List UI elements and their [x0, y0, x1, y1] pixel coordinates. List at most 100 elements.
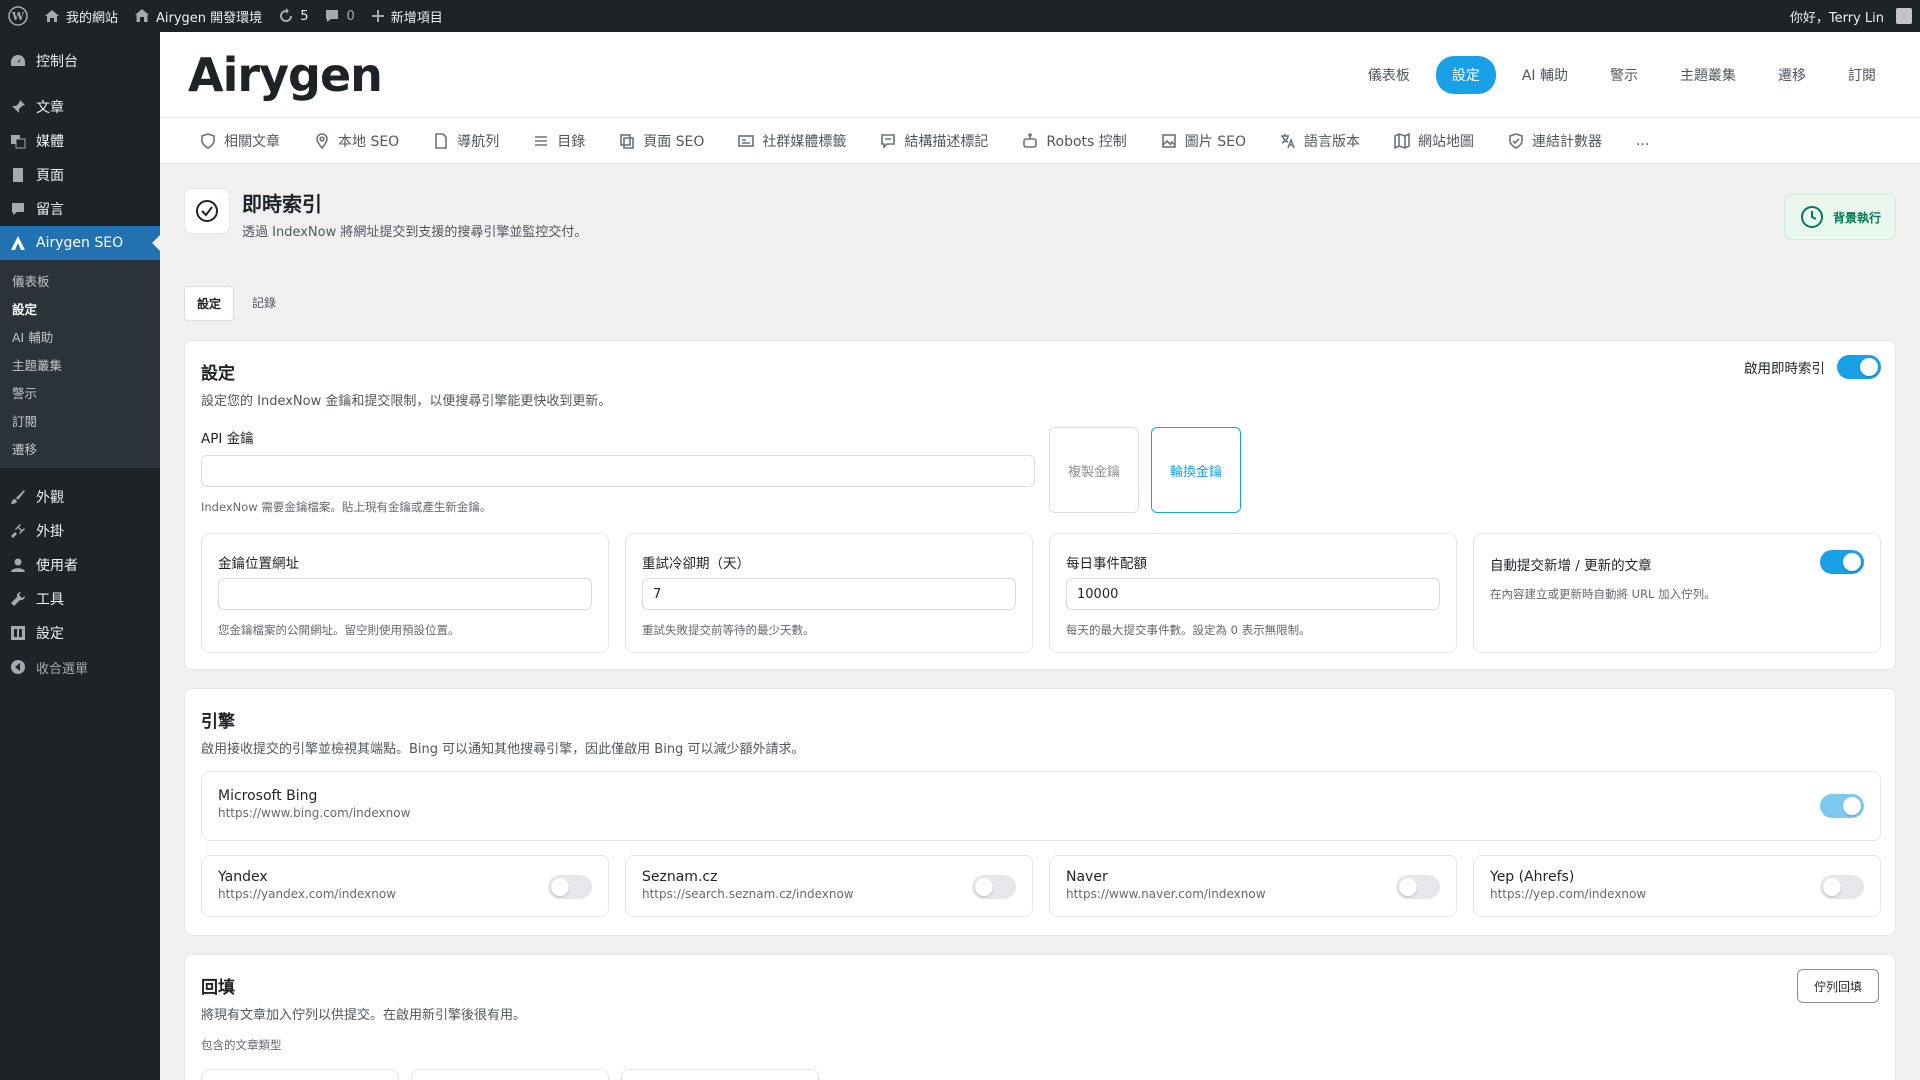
copy-key-button[interactable]: 複製金鑰: [1049, 427, 1139, 513]
copy-icon: [620, 133, 635, 149]
admin-menu: 控制台 文章 媒體 頁面 留言 Airygen SEO 儀表板 設定 AI 輔助…: [0, 32, 160, 1080]
backfill-card: 回填 將現有文章加入佇列以供提交。在啟用新引擎後很有用。 佇列回填 包含的文章類…: [184, 954, 1896, 1080]
post-type-option-media[interactable]: 媒體: [621, 1069, 819, 1080]
new-item-link[interactable]: 新增項目: [363, 0, 451, 32]
module-tab-sitemap[interactable]: 網站地圖: [1394, 131, 1474, 151]
module-tab-robots[interactable]: Robots 控制: [1022, 131, 1127, 151]
module-tab-label: 社群媒體標籤: [762, 133, 847, 150]
collapse-menu-button[interactable]: 收合選單: [0, 650, 160, 684]
env-name-link[interactable]: Airygen 開發環境: [126, 0, 270, 32]
tab-settings[interactable]: 設定: [184, 286, 235, 321]
submenu-item-settings[interactable]: 設定: [0, 294, 160, 322]
my-account[interactable]: 你好，Terry Lin: [1782, 0, 1920, 32]
menu-item-tools[interactable]: 工具: [0, 582, 160, 616]
submenu-item-alerts[interactable]: 警示: [0, 378, 160, 406]
updates-count: 5: [300, 8, 309, 24]
submenu-item-clusters[interactable]: 主題叢集: [0, 350, 160, 378]
file-icon: [435, 132, 448, 149]
top-nav-settings[interactable]: 設定: [1435, 55, 1496, 94]
module-tab-toc[interactable]: 目錄: [533, 131, 585, 151]
module-tab-image-seo[interactable]: 圖片 SEO: [1161, 131, 1246, 151]
wordpress-logo-icon[interactable]: W: [0, 0, 36, 32]
airygen-logo[interactable]: Airygen: [188, 47, 383, 102]
engines-title: 引擎: [201, 712, 235, 732]
module-tab-more[interactable]: ...: [1636, 133, 1649, 149]
engine-toggle-seznam[interactable]: [972, 875, 1016, 899]
enable-instant-index-label: 啟用即時索引: [1744, 361, 1825, 377]
menu-item-plugins[interactable]: 外掛: [0, 514, 160, 548]
airygen-submenu: 儀表板 設定 AI 輔助 主題叢集 警示 訂閱 遷移: [0, 260, 160, 468]
menu-item-settings[interactable]: 設定: [0, 616, 160, 650]
post-type-option-pages[interactable]: 頁面: [411, 1069, 609, 1080]
tab-log[interactable]: 記錄: [240, 286, 288, 321]
menu-item-pages[interactable]: 頁面: [0, 158, 160, 192]
instant-index-icon: [184, 188, 230, 234]
module-tab-local-seo[interactable]: 本地 SEO: [314, 131, 399, 151]
engine-row-yep: Yep (Ahrefs) https://yep.com/indexnow: [1473, 855, 1881, 917]
menu-item-users[interactable]: 使用者: [0, 548, 160, 582]
engine-url: https://yandex.com/indexnow: [218, 887, 397, 901]
daily-quota-box: 每日事件配額 10000 每天的最大提交事件數。設定為 0 表示無限制。: [1049, 533, 1457, 653]
submenu-item-subscription[interactable]: 訂閱: [0, 406, 160, 434]
menu-item-dashboard[interactable]: 控制台: [0, 44, 160, 78]
retry-cooldown-input[interactable]: 7: [642, 578, 1016, 610]
comment-icon: [326, 10, 339, 22]
rotate-key-button[interactable]: 輪換金鑰: [1151, 427, 1241, 513]
list-icon: [535, 135, 548, 146]
retry-cooldown-help: 重試失敗提交前等待的最少天數。: [642, 623, 815, 637]
module-tab-page-seo[interactable]: 頁面 SEO: [619, 131, 704, 151]
submenu-item-migration[interactable]: 遷移: [0, 434, 160, 462]
comment-bubble-icon: [10, 201, 26, 217]
api-key-input[interactable]: [201, 455, 1035, 487]
top-nav-subscription[interactable]: 訂閱: [1832, 56, 1892, 94]
background-run-label: 背景執行: [1832, 210, 1881, 225]
module-tab-breadcrumbs[interactable]: 導航列: [433, 131, 499, 151]
env-name: Airygen 開發環境: [156, 10, 263, 26]
daily-quota-input[interactable]: 10000: [1066, 578, 1440, 610]
module-tab-related-posts[interactable]: 相關文章: [200, 131, 280, 151]
enable-instant-index-toggle[interactable]: [1837, 355, 1881, 379]
top-nav-ai[interactable]: AI 輔助: [1506, 56, 1584, 94]
menu-item-airygen-seo[interactable]: Airygen SEO: [0, 226, 160, 260]
site-name-link[interactable]: 我的網站: [36, 0, 126, 32]
module-tab-link-counter[interactable]: 連結計數器: [1508, 131, 1602, 151]
queue-backfill-button[interactable]: 佇列回填: [1797, 969, 1879, 1003]
engine-toggle-naver[interactable]: [1396, 875, 1440, 899]
module-tab-schema[interactable]: 結構描述標記: [880, 131, 988, 151]
backfill-title: 回填: [201, 978, 235, 998]
submenu-item-dashboard[interactable]: 儀表板: [0, 266, 160, 294]
key-location-input[interactable]: [218, 578, 592, 610]
engine-toggle-yep[interactable]: [1820, 875, 1864, 899]
submenu-item-ai[interactable]: AI 輔助: [0, 322, 160, 350]
logo-text: Airygen: [188, 47, 383, 102]
module-tab-social[interactable]: 社群媒體標籤: [738, 131, 846, 151]
module-tab-label: 導航列: [457, 133, 500, 150]
menu-item-comments[interactable]: 留言: [0, 192, 160, 226]
home-icon: [45, 10, 59, 22]
auto-submit-toggle[interactable]: [1820, 550, 1864, 574]
menu-label-media: 媒體: [36, 134, 64, 150]
settings-icon: [10, 625, 26, 641]
more-label: ...: [1635, 132, 1650, 149]
engine-row-seznam: Seznam.cz https://search.seznam.cz/index…: [625, 855, 1033, 917]
top-nav-migration[interactable]: 遷移: [1762, 56, 1822, 94]
comments-link[interactable]: 0: [316, 0, 362, 32]
menu-label-tools: 工具: [36, 592, 64, 608]
menu-label-settings: 設定: [36, 626, 64, 642]
engine-toggle-bing[interactable]: [1820, 794, 1864, 818]
module-tab-languages[interactable]: 語言版本: [1280, 131, 1360, 151]
menu-label-plugins: 外掛: [36, 524, 64, 540]
menu-item-appearance[interactable]: 外觀: [0, 480, 160, 514]
api-key-help: IndexNow 需要金鑰檔案。貼上現有金鑰或產生新金鑰。: [201, 500, 492, 514]
top-nav-alerts[interactable]: 警示: [1594, 56, 1654, 94]
top-nav-dashboard[interactable]: 儀表板: [1352, 56, 1426, 94]
map-pin-icon: [316, 132, 328, 149]
top-nav-clusters[interactable]: 主題叢集: [1664, 56, 1752, 94]
menu-item-posts[interactable]: 文章: [0, 90, 160, 124]
menu-item-media[interactable]: 媒體: [0, 124, 160, 158]
updates-link[interactable]: 5: [270, 0, 316, 32]
map-icon: [1394, 132, 1410, 149]
post-type-option-posts[interactable]: 文章: [201, 1069, 399, 1080]
engine-toggle-yandex[interactable]: [548, 875, 592, 899]
page-header: 即時索引 透過 IndexNow 將網址提交到支援的搜尋引擎並監控交付。: [184, 188, 587, 240]
